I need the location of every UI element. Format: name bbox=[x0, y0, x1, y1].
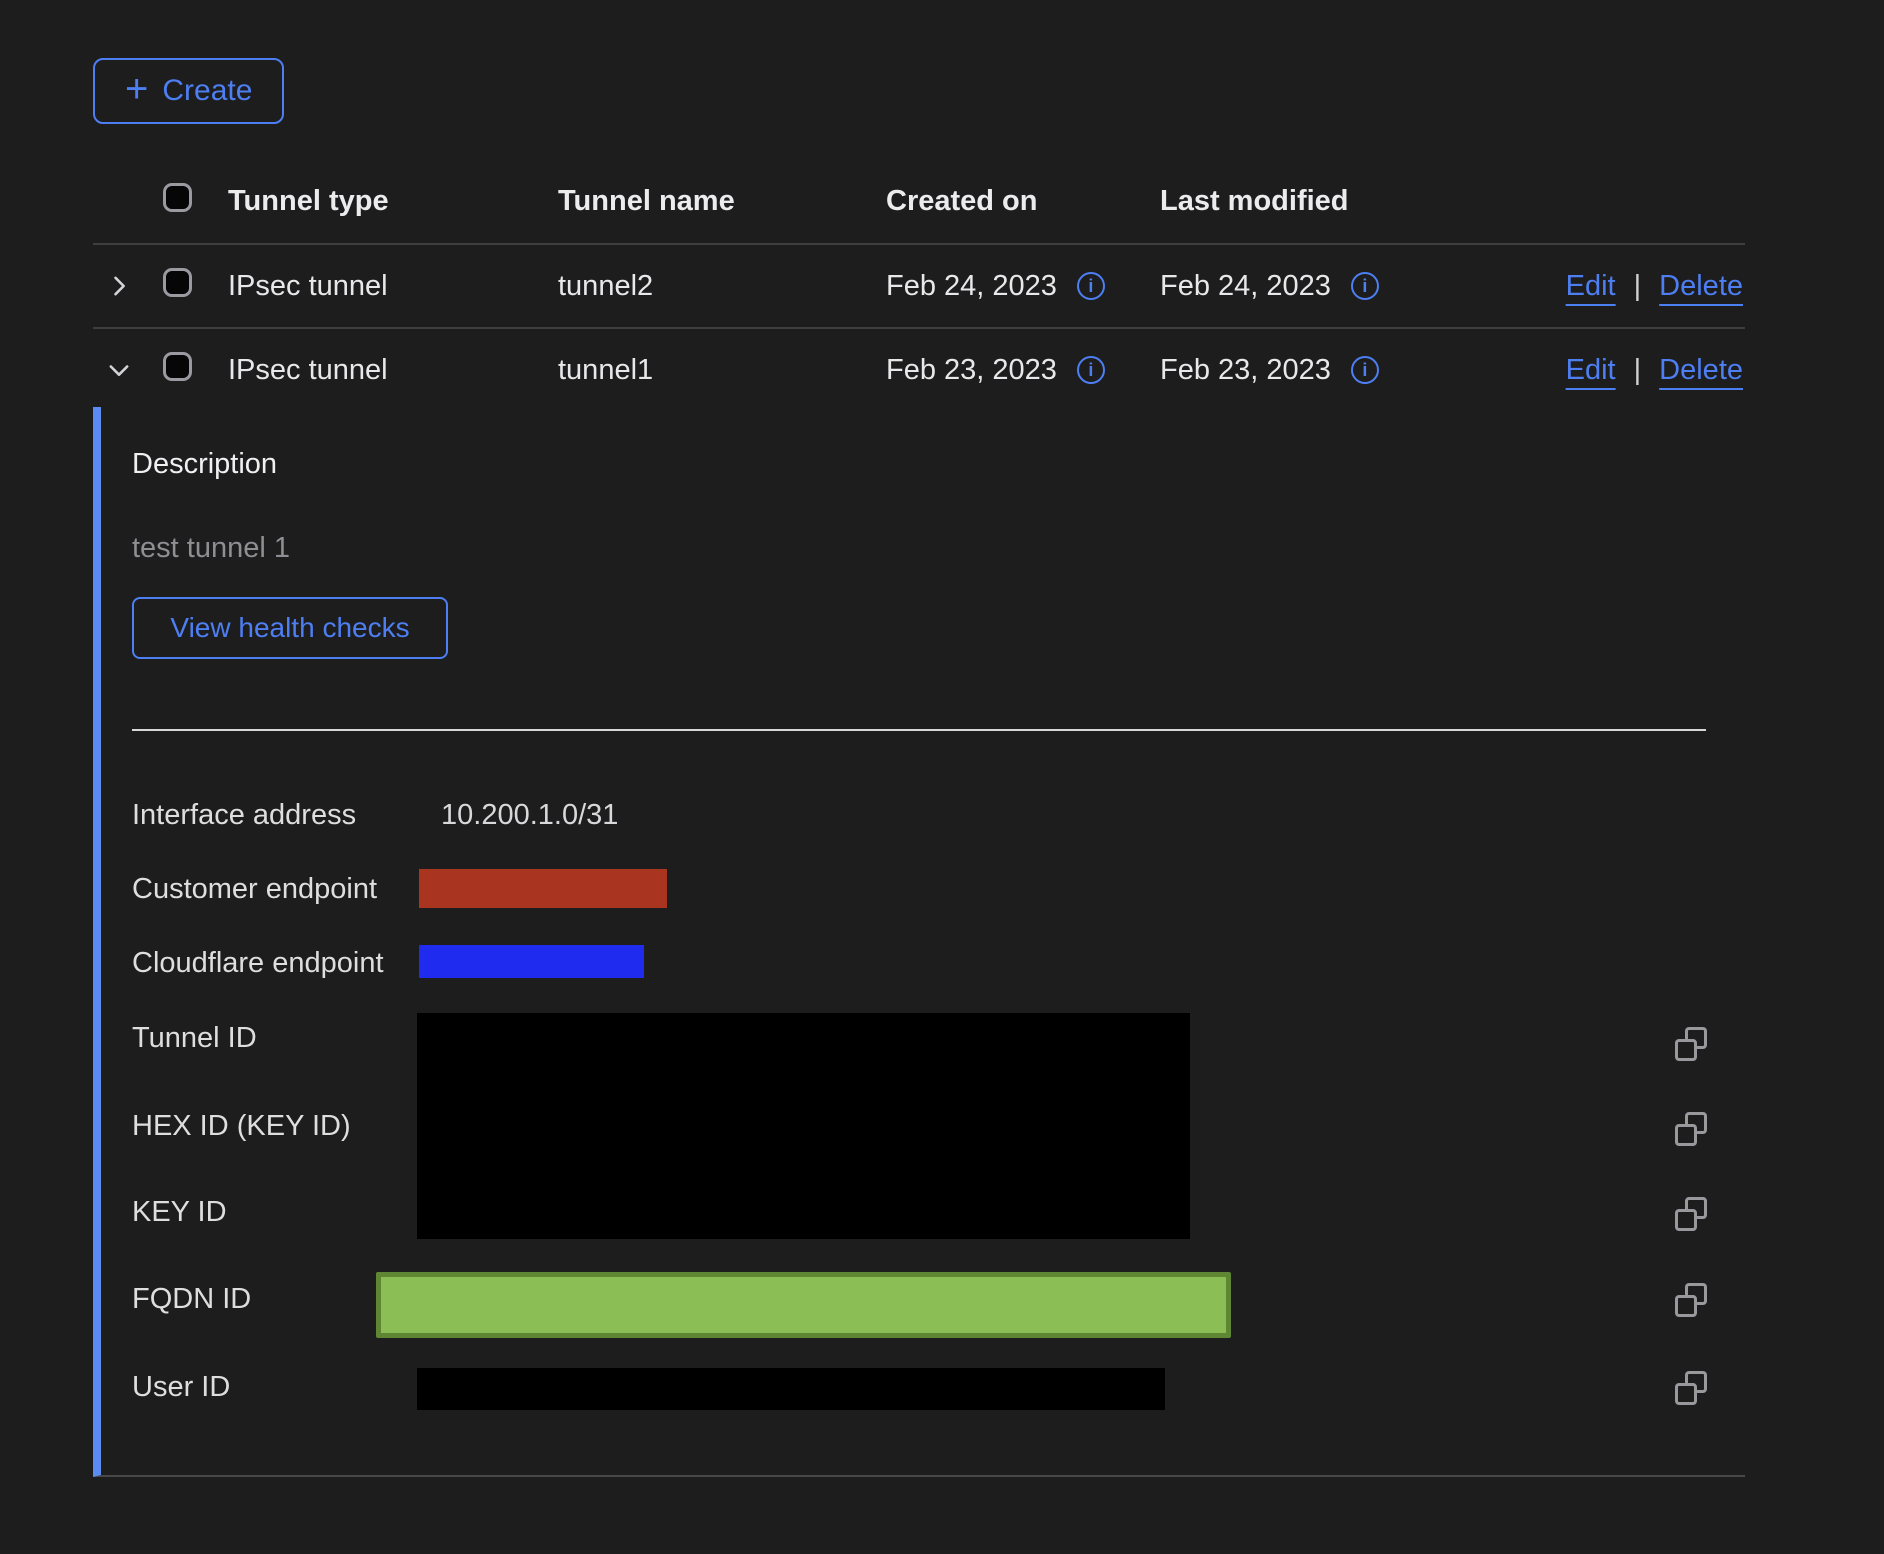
user-id-label: User ID bbox=[132, 1371, 230, 1404]
info-icon[interactable]: i bbox=[1077, 356, 1105, 384]
customer-endpoint-label: Customer endpoint bbox=[132, 873, 377, 906]
expanded-tunnel-details: Description test tunnel 1 View health ch… bbox=[93, 407, 1745, 1477]
cell-last-modified: Feb 23, 2023 bbox=[1160, 354, 1331, 387]
expand-row-button[interactable] bbox=[101, 268, 137, 304]
cell-tunnel-name: tunnel1 bbox=[558, 354, 886, 387]
edit-link[interactable]: Edit bbox=[1566, 354, 1616, 387]
plus-icon: + bbox=[125, 69, 148, 109]
chevron-down-icon bbox=[105, 356, 133, 384]
delete-link[interactable]: Delete bbox=[1659, 270, 1743, 303]
row-checkbox[interactable] bbox=[163, 268, 192, 297]
cell-tunnel-name: tunnel2 bbox=[558, 270, 886, 303]
info-icon[interactable]: i bbox=[1077, 272, 1105, 300]
customer-endpoint-redacted-value bbox=[419, 869, 667, 908]
info-icon[interactable]: i bbox=[1351, 272, 1379, 300]
table-header-row: Tunnel type Tunnel name Created on Last … bbox=[93, 160, 1745, 245]
cell-tunnel-type: IPsec tunnel bbox=[228, 354, 558, 387]
interface-address-label: Interface address bbox=[132, 799, 356, 832]
table-row: IPsec tunnel tunnel2 Feb 24, 2023 i Feb … bbox=[93, 245, 1745, 329]
row-checkbox[interactable] bbox=[163, 352, 192, 381]
user-id-redacted-value bbox=[417, 1368, 1165, 1410]
tunnel-id-label: Tunnel ID bbox=[132, 1022, 257, 1055]
edit-link[interactable]: Edit bbox=[1566, 270, 1616, 303]
view-health-checks-button[interactable]: View health checks bbox=[132, 597, 448, 659]
cell-last-modified: Feb 24, 2023 bbox=[1160, 270, 1331, 303]
action-separator: | bbox=[1634, 270, 1642, 303]
cell-created-on: Feb 23, 2023 bbox=[886, 354, 1057, 387]
key-id-label: KEY ID bbox=[132, 1196, 227, 1229]
description-label: Description bbox=[132, 448, 277, 481]
copy-icon bbox=[1675, 1039, 1697, 1061]
copy-fqdn-id-button[interactable] bbox=[1673, 1282, 1709, 1318]
fqdn-id-redacted-value bbox=[376, 1272, 1231, 1338]
description-value: test tunnel 1 bbox=[132, 532, 290, 565]
header-tunnel-name: Tunnel name bbox=[558, 185, 886, 218]
create-button[interactable]: + Create bbox=[93, 58, 284, 124]
chevron-right-icon bbox=[105, 272, 133, 300]
header-tunnel-type: Tunnel type bbox=[228, 185, 558, 218]
header-last-modified: Last modified bbox=[1160, 185, 1482, 218]
cloudflare-endpoint-label: Cloudflare endpoint bbox=[132, 947, 384, 980]
interface-address-value: 10.200.1.0/31 bbox=[441, 799, 618, 832]
cloudflare-endpoint-redacted-value bbox=[419, 945, 644, 978]
collapse-row-button[interactable] bbox=[101, 352, 137, 388]
header-created-on: Created on bbox=[886, 185, 1160, 218]
ids-redacted-value bbox=[417, 1013, 1190, 1239]
section-divider bbox=[132, 729, 1706, 731]
copy-tunnel-id-button[interactable] bbox=[1673, 1026, 1709, 1062]
create-button-label: Create bbox=[162, 74, 252, 108]
cell-tunnel-type: IPsec tunnel bbox=[228, 270, 558, 303]
action-separator: | bbox=[1634, 354, 1642, 387]
tunnels-page: + Create Tunnel type Tunnel name Created… bbox=[0, 0, 1884, 1554]
copy-icon bbox=[1675, 1295, 1697, 1317]
fqdn-id-label: FQDN ID bbox=[132, 1283, 251, 1316]
info-icon[interactable]: i bbox=[1351, 356, 1379, 384]
tunnels-table: Tunnel type Tunnel name Created on Last … bbox=[93, 160, 1745, 411]
hex-id-label: HEX ID (KEY ID) bbox=[132, 1110, 351, 1143]
cell-created-on: Feb 24, 2023 bbox=[886, 270, 1057, 303]
table-row: IPsec tunnel tunnel1 Feb 23, 2023 i Feb … bbox=[93, 329, 1745, 411]
copy-user-id-button[interactable] bbox=[1673, 1370, 1709, 1406]
copy-hex-id-button[interactable] bbox=[1673, 1111, 1709, 1147]
copy-icon bbox=[1675, 1124, 1697, 1146]
copy-key-id-button[interactable] bbox=[1673, 1196, 1709, 1232]
copy-icon bbox=[1675, 1383, 1697, 1405]
copy-icon bbox=[1675, 1209, 1697, 1231]
select-all-checkbox[interactable] bbox=[163, 183, 192, 212]
delete-link[interactable]: Delete bbox=[1659, 354, 1743, 387]
